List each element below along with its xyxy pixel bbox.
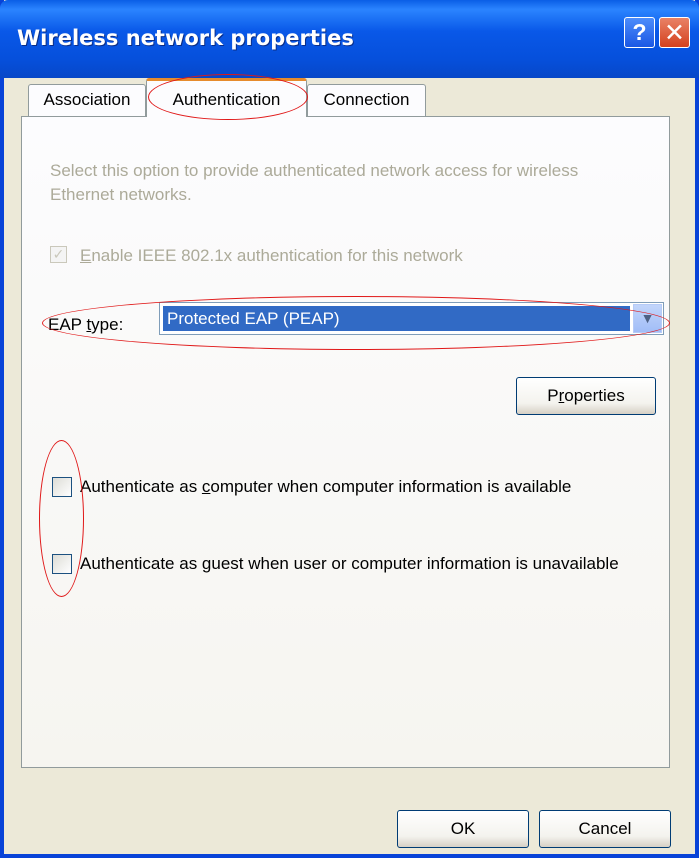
help-button[interactable]: ? [624,17,655,48]
enable-8021x-label: Enable IEEE 802.1x authentication for th… [80,246,463,265]
auth-as-computer-label: Authenticate as computer when computer i… [80,477,572,496]
auth-description: Select this option to provide authentica… [50,161,579,204]
dropdown-button[interactable]: ▼ [633,304,662,333]
eap-type-selected-value: Protected EAP (PEAP) [163,306,630,331]
authentication-tab-panel [21,116,670,768]
help-icon: ? [632,19,647,45]
eap-type-label: EAP type: [48,315,124,334]
chevron-down-icon: ▼ [640,310,655,326]
window-title: Wireless network properties [17,26,354,50]
tab-connection[interactable]: Connection [307,84,426,116]
properties-button[interactable]: Properties [516,377,656,415]
cancel-button[interactable]: Cancel [539,810,671,848]
tab-authentication-label: Authentication [172,90,281,109]
auth-as-guest-checkbox[interactable] [52,554,72,574]
tab-authentication[interactable]: Authentication [146,78,307,117]
enable-8021x-checkbox[interactable]: ✓ [50,246,67,263]
auth-as-guest-label: Authenticate as guest when user or compu… [80,554,619,573]
ok-button[interactable]: OK [397,810,529,848]
close-button[interactable]: ✕ [659,17,690,48]
checkmark-icon: ✓ [52,246,65,262]
tab-association[interactable]: Association [28,84,146,116]
tab-connection-label: Connection [323,90,410,109]
close-icon: ✕ [664,18,685,47]
tab-association-label: Association [43,90,131,109]
eap-type-select[interactable]: Protected EAP (PEAP) ▼ [159,302,664,335]
auth-as-computer-checkbox[interactable] [52,477,72,497]
title-bar[interactable]: Wireless network properties ? ✕ [0,0,699,78]
